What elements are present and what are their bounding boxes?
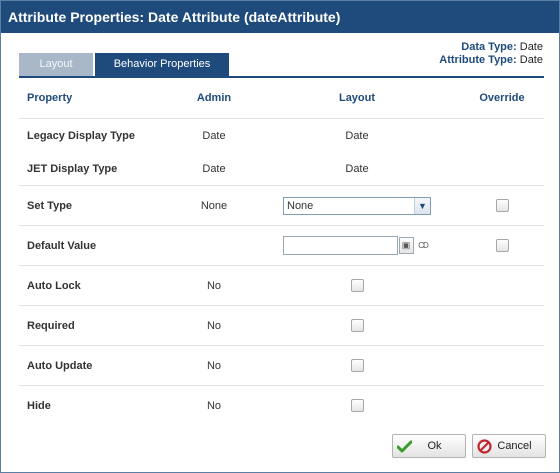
dialog-title: Attribute Properties: Date Attribute (da… [1,1,559,33]
check-icon [397,439,412,454]
grid-header-row: Property Admin Layout Override [19,78,544,119]
set-type-layout-cell: None ▼ [281,186,433,225]
row-legacy-display-type: Legacy Display Type Date Date [19,119,544,153]
row-auto-update: Auto Update No [19,346,544,386]
column-header-layout: Layout [338,92,376,104]
default-value-date-picker: ▣ CD [282,236,432,255]
required-layout-cell [281,306,433,345]
attribute-type-value: Date [519,54,543,66]
row-auto-lock: Auto Lock No [19,266,544,306]
legacy-display-type-label: Legacy Display Type [27,130,136,142]
default-value-layout-cell: ▣ CD [281,226,433,265]
row-required: Required No [19,306,544,346]
column-header-admin: Admin [196,92,232,104]
cancel-circle-icon [477,438,492,454]
jet-display-type-layout: Date [345,163,369,175]
auto-lock-layout-checkbox[interactable] [350,279,364,292]
auto-lock-admin: No [206,279,222,292]
tab-behavior-properties[interactable]: Behavior Properties [95,53,229,76]
set-type-override-checkbox[interactable] [495,199,509,212]
auto-update-label: Auto Update [27,359,93,372]
ok-button[interactable]: Ok [392,434,466,458]
attribute-type-label: Attribute Type: [439,54,517,66]
hide-admin: No [206,399,222,412]
cancel-button[interactable]: Cancel [472,434,546,458]
set-type-label: Set Type [27,199,73,212]
set-type-select-value: None [287,199,314,212]
row-hide: Hide No [19,386,544,425]
jet-display-type-admin: Date [202,163,226,175]
column-header-override: Override [479,92,525,104]
row-jet-display-type: JET Display Type Date Date [19,153,544,186]
attribute-properties-dialog: Attribute Properties: Date Attribute (da… [0,0,560,473]
default-value-admin [169,226,259,265]
hide-layout-checkbox[interactable] [350,399,364,412]
auto-update-layout-cell [281,346,433,385]
legacy-display-type-layout: Date [345,130,369,142]
column-header-property: Property [27,92,73,104]
row-default-value: Default Value ▣ CD [19,226,544,266]
auto-update-admin: No [206,359,222,372]
jet-display-type-label: JET Display Type [27,163,118,175]
default-value-label: Default Value [27,239,97,252]
ok-button-label: Ok [427,440,442,452]
hide-label: Hide [27,399,51,412]
chevron-down-icon[interactable]: ▼ [414,197,430,214]
clear-date-icon[interactable]: CD [415,237,432,254]
auto-update-layout-checkbox[interactable] [350,359,364,372]
data-type-label: Data Type: [461,41,517,53]
set-type-override-cell [459,186,545,225]
tab-layout[interactable]: Layout [19,53,93,76]
required-admin: No [206,319,222,332]
dialog-footer: Ok Cancel [1,434,559,472]
required-layout-checkbox[interactable] [350,319,364,332]
auto-lock-layout-cell [281,266,433,305]
type-info: Data Type: Date Attribute Type: Date [439,41,543,67]
default-value-date-input[interactable] [282,236,398,255]
legacy-display-type-admin: Date [202,130,226,142]
data-type-value: Date [519,41,543,53]
default-value-override-checkbox[interactable] [495,239,509,252]
data-type-line: Data Type: Date [439,41,543,54]
properties-grid: Property Admin Layout Override Legacy Di… [19,78,544,425]
attribute-type-line: Attribute Type: Date [439,54,543,67]
cancel-button-label: Cancel [497,440,532,452]
default-value-override-cell [459,226,545,265]
required-label: Required [27,319,75,332]
set-type-admin: None [200,199,228,212]
auto-lock-label: Auto Lock [27,279,81,292]
calendar-icon[interactable]: ▣ [398,237,414,254]
set-type-select[interactable]: None ▼ [283,196,431,215]
hide-layout-cell [281,386,433,425]
row-set-type: Set Type None None ▼ [19,186,544,226]
